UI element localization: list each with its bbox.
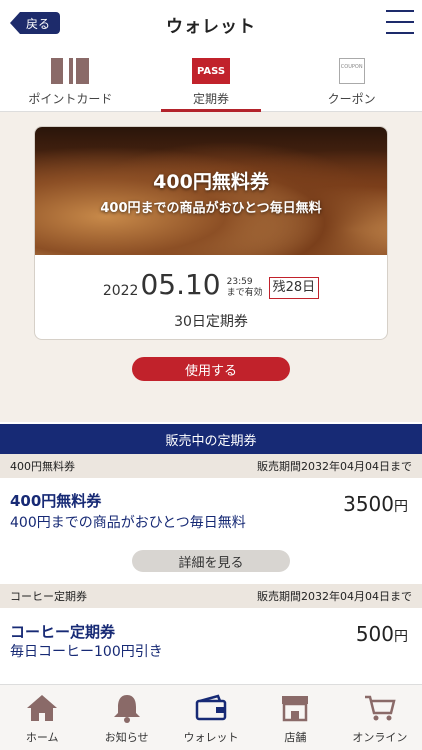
nav-label: 店舗	[284, 731, 307, 744]
header: 戻る ウォレット	[0, 0, 422, 48]
item-price: 3500円	[343, 492, 408, 516]
price-value: 3500	[343, 492, 394, 516]
item-price: 500円	[356, 622, 408, 646]
expiry-year: 2022	[102, 283, 139, 299]
bottom-nav: ホーム お知らせ ウォレット 店舗 オンライン	[0, 684, 422, 750]
item-title[interactable]: コーヒー定期券	[10, 621, 115, 642]
tab-label: 定期券	[193, 92, 230, 106]
store-icon	[282, 696, 309, 722]
price-value: 500	[355, 622, 394, 646]
pass-icon: PASS	[192, 58, 230, 84]
expiry-row: 2022 05.10 23:59 まで有効 残28日	[35, 271, 387, 299]
use-button[interactable]: 使用する	[132, 357, 290, 381]
detail-button[interactable]: 詳細を見る	[132, 550, 290, 572]
nav-online[interactable]: オンライン	[338, 685, 422, 750]
tab-label: クーポン	[327, 92, 376, 106]
expiry-time-value: 23:59	[226, 277, 253, 287]
bell-icon	[113, 695, 140, 723]
nav-notice[interactable]: お知らせ	[84, 685, 168, 750]
pass-name: 30日定期券	[174, 314, 248, 330]
expiry-time: 23:59 まで有効	[227, 277, 263, 299]
bread-image: 400円無料券 400円までの商品がおひとつ毎日無料	[35, 127, 387, 255]
home-icon	[27, 695, 58, 721]
item-band: コーヒー定期券 販売期間2032年04月04日まで	[0, 584, 422, 608]
tab-coupon[interactable]: COUPON クーポン	[281, 48, 422, 111]
price-unit: 円	[394, 629, 408, 645]
nav-home[interactable]: ホーム	[0, 685, 84, 750]
menu-icon[interactable]	[386, 10, 414, 34]
sale-period: 販売期間2032年04月04日まで	[257, 590, 412, 603]
tab-pass[interactable]: PASS 定期券	[141, 48, 282, 112]
wallet-main: 400円無料券 400円までの商品がおひとつ毎日無料 2022 05.10 23…	[0, 112, 422, 422]
expiry-until-label: まで有効	[226, 288, 263, 298]
item-description: 400円までの商品がおひとつ毎日無料	[10, 515, 246, 531]
tab-point-card[interactable]: ポイントカード	[0, 48, 141, 111]
sale-section-header: 販売中の定期券	[0, 424, 422, 454]
nav-label: お知らせ	[104, 731, 149, 744]
item-title[interactable]: 400円無料券	[10, 490, 101, 511]
nav-label: オンライン	[352, 731, 408, 744]
item-band-name: コーヒー定期券	[10, 590, 87, 603]
card-icon	[51, 58, 90, 84]
wallet-icon	[195, 694, 227, 721]
item-band: 400円無料券 販売期間2032年04月04日まで	[0, 454, 422, 478]
coupon-icon: COUPON	[338, 58, 365, 84]
expiry-date: 05.10	[140, 268, 221, 301]
pass-card[interactable]: 400円無料券 400円までの商品がおひとつ毎日無料 2022 05.10 23…	[34, 126, 388, 340]
item-band-name: 400円無料券	[10, 460, 75, 473]
nav-wallet[interactable]: ウォレット	[169, 685, 253, 750]
tab-bar: ポイントカード PASS 定期券 COUPON クーポン	[0, 48, 422, 112]
back-button[interactable]: 戻る	[10, 12, 61, 34]
cart-icon	[364, 695, 396, 721]
remaining-days-badge: 残28日	[268, 277, 320, 299]
price-unit: 円	[394, 499, 408, 515]
card-subtitle: 400円までの商品がおひとつ毎日無料	[100, 201, 322, 216]
sale-period: 販売期間2032年04月04日まで	[257, 460, 412, 473]
item-description: 毎日コーヒー100円引き	[10, 644, 163, 660]
tab-label: ポイントカード	[28, 92, 113, 106]
nav-label: ホーム	[25, 731, 59, 744]
nav-store[interactable]: 店舗	[253, 685, 337, 750]
card-title: 400円無料券	[153, 171, 269, 193]
page-title: ウォレット	[166, 16, 256, 37]
nav-label: ウォレット	[183, 731, 239, 744]
